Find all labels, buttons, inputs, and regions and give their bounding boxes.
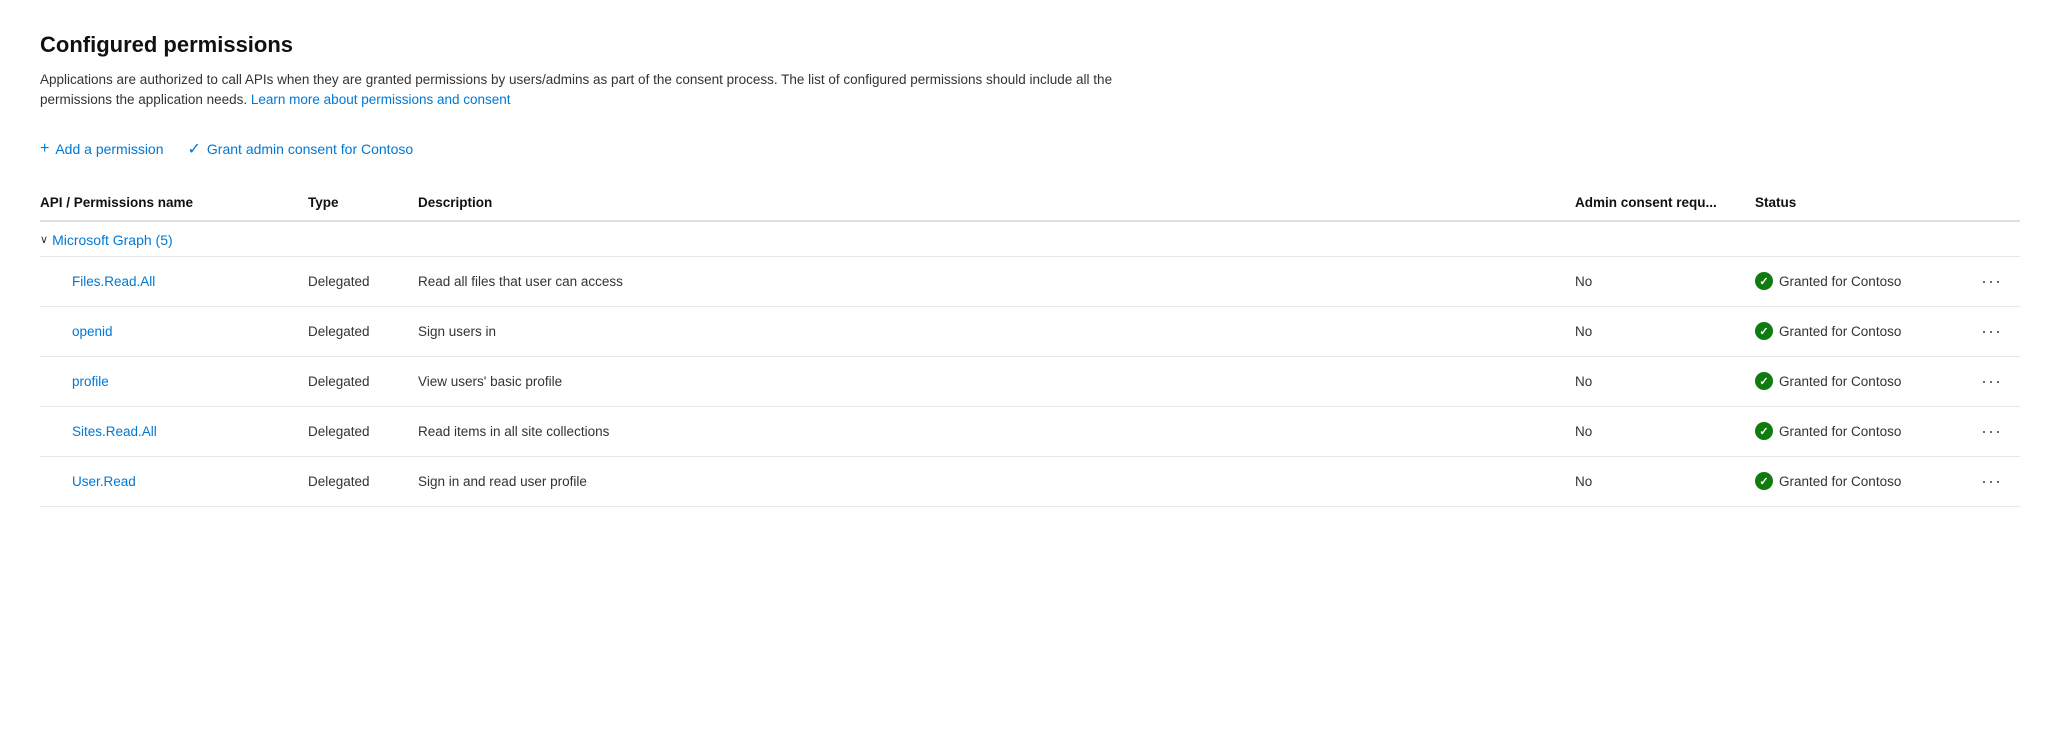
status-granted: Granted for Contoso [1755, 322, 1955, 340]
col-header-actions [1967, 187, 2020, 221]
permission-name-cell: User.Read [40, 456, 300, 506]
permission-name-link[interactable]: Files.Read.All [72, 274, 155, 289]
more-options-button[interactable]: ··· [1975, 469, 2008, 494]
permissions-table: API / Permissions name Type Description … [40, 187, 2020, 507]
permission-status-cell: Granted for Contoso [1747, 456, 1967, 506]
permission-description-cell: Sign in and read user profile [410, 456, 1567, 506]
add-permission-label: Add a permission [55, 141, 163, 157]
grant-consent-label: Grant admin consent for Contoso [207, 141, 413, 157]
status-label: Granted for Contoso [1779, 274, 1901, 289]
status-label: Granted for Contoso [1779, 474, 1901, 489]
col-header-status: Status [1747, 187, 1967, 221]
permission-admin-consent-cell: No [1567, 256, 1747, 306]
status-label: Granted for Contoso [1779, 374, 1901, 389]
description-text: Applications are authorized to call APIs… [40, 72, 1112, 107]
status-granted: Granted for Contoso [1755, 272, 1955, 290]
permission-name-cell: Sites.Read.All [40, 406, 300, 456]
granted-check-icon [1755, 472, 1773, 490]
more-options-button[interactable]: ··· [1975, 369, 2008, 394]
table-row: openid Delegated Sign users in No Grante… [40, 306, 2020, 356]
group-row: ∨ Microsoft Graph (5) [40, 221, 2020, 257]
table-row: Sites.Read.All Delegated Read items in a… [40, 406, 2020, 456]
group-name[interactable]: ∨ Microsoft Graph (5) [40, 232, 2020, 248]
permission-status-cell: Granted for Contoso [1747, 356, 1967, 406]
permission-actions-cell: ··· [1967, 406, 2020, 456]
grant-consent-button[interactable]: ✓ Grant admin consent for Contoso [188, 135, 414, 163]
permission-admin-consent-cell: No [1567, 456, 1747, 506]
permission-type-cell: Delegated [300, 306, 410, 356]
plus-icon: + [40, 140, 49, 158]
more-options-button[interactable]: ··· [1975, 269, 2008, 294]
permission-admin-consent-cell: No [1567, 306, 1747, 356]
col-header-type: Type [300, 187, 410, 221]
col-header-admin-consent: Admin consent requ... [1567, 187, 1747, 221]
permission-actions-cell: ··· [1967, 456, 2020, 506]
permission-actions-cell: ··· [1967, 306, 2020, 356]
chevron-down-icon: ∨ [40, 233, 48, 246]
permission-admin-consent-cell: No [1567, 356, 1747, 406]
permission-type-cell: Delegated [300, 256, 410, 306]
status-label: Granted for Contoso [1779, 424, 1901, 439]
permission-name-cell: openid [40, 306, 300, 356]
group-cell: ∨ Microsoft Graph (5) [40, 221, 2020, 257]
table-header-row: API / Permissions name Type Description … [40, 187, 2020, 221]
add-permission-button[interactable]: + Add a permission [40, 136, 164, 162]
toolbar: + Add a permission ✓ Grant admin consent… [40, 135, 2020, 163]
permission-actions-cell: ··· [1967, 256, 2020, 306]
more-options-button[interactable]: ··· [1975, 419, 2008, 444]
status-granted: Granted for Contoso [1755, 472, 1955, 490]
group-name-label: Microsoft Graph (5) [52, 232, 173, 248]
permission-description-cell: Sign users in [410, 306, 1567, 356]
status-label: Granted for Contoso [1779, 324, 1901, 339]
status-granted: Granted for Contoso [1755, 422, 1955, 440]
status-granted: Granted for Contoso [1755, 372, 1955, 390]
page-title: Configured permissions [40, 32, 2020, 58]
granted-check-icon [1755, 272, 1773, 290]
learn-more-link[interactable]: Learn more about permissions and consent [251, 92, 511, 107]
col-header-description: Description [410, 187, 1567, 221]
table-row: profile Delegated View users' basic prof… [40, 356, 2020, 406]
permission-name-link[interactable]: openid [72, 324, 113, 339]
permission-actions-cell: ··· [1967, 356, 2020, 406]
permission-name-link[interactable]: User.Read [72, 474, 136, 489]
checkmark-icon: ✓ [188, 139, 201, 159]
permission-status-cell: Granted for Contoso [1747, 256, 1967, 306]
permission-status-cell: Granted for Contoso [1747, 406, 1967, 456]
permission-name-cell: profile [40, 356, 300, 406]
more-options-button[interactable]: ··· [1975, 319, 2008, 344]
permission-admin-consent-cell: No [1567, 406, 1747, 456]
table-row: Files.Read.All Delegated Read all files … [40, 256, 2020, 306]
permission-description-cell: Read items in all site collections [410, 406, 1567, 456]
granted-check-icon [1755, 322, 1773, 340]
permission-status-cell: Granted for Contoso [1747, 306, 1967, 356]
permission-type-cell: Delegated [300, 356, 410, 406]
page-description: Applications are authorized to call APIs… [40, 70, 1140, 111]
permission-name-link[interactable]: profile [72, 374, 109, 389]
permission-type-cell: Delegated [300, 456, 410, 506]
permission-description-cell: Read all files that user can access [410, 256, 1567, 306]
permission-description-cell: View users' basic profile [410, 356, 1567, 406]
col-header-api: API / Permissions name [40, 187, 300, 221]
table-row: User.Read Delegated Sign in and read use… [40, 456, 2020, 506]
granted-check-icon [1755, 372, 1773, 390]
granted-check-icon [1755, 422, 1773, 440]
permission-type-cell: Delegated [300, 406, 410, 456]
permission-name-cell: Files.Read.All [40, 256, 300, 306]
permission-name-link[interactable]: Sites.Read.All [72, 424, 157, 439]
